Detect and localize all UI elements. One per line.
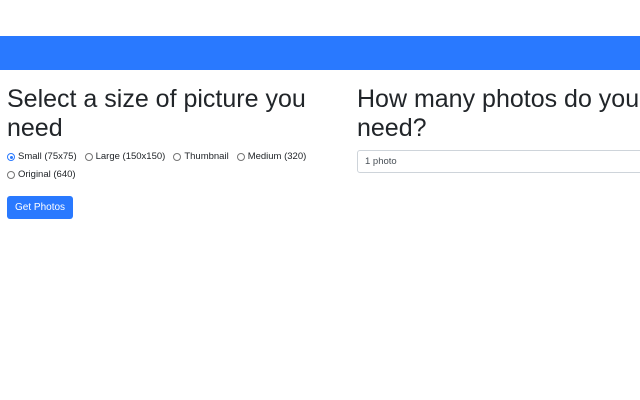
size-option-medium[interactable]: Medium (320)	[236, 149, 307, 165]
get-photos-button[interactable]: Get Photos	[7, 196, 74, 219]
size-option-original[interactable]: Original (640)	[7, 167, 76, 183]
size-option-large[interactable]: Large (150x150)	[84, 149, 166, 165]
radio-button[interactable]	[236, 153, 245, 161]
radio-button[interactable]	[7, 171, 15, 179]
radio-button[interactable]	[7, 153, 15, 161]
radio-button[interactable]	[84, 153, 93, 161]
size-radio-group: Small (75x75) Large (150x150) Thumbnail …	[7, 149, 337, 185]
count-section: How many photos do you need? 1 photo	[357, 85, 640, 173]
size-option-label: Small (75x75)	[18, 151, 77, 162]
size-option-thumbnail[interactable]: Thumbnail	[173, 149, 229, 165]
size-option-label: Large (150x150)	[95, 151, 166, 162]
photo-count-select[interactable]: 1 photo	[357, 150, 640, 173]
size-option-label: Thumbnail	[184, 151, 229, 162]
size-heading: Select a size of picture you need	[7, 85, 306, 142]
count-heading: How many photos do you need?	[357, 85, 640, 142]
size-option-label: Original (640)	[18, 169, 76, 180]
size-section: Select a size of picture you need Small …	[7, 85, 337, 219]
top-navbar	[0, 36, 640, 70]
size-option-label: Medium (320)	[247, 151, 307, 162]
radio-button[interactable]	[173, 153, 182, 161]
size-option-small[interactable]: Small (75x75)	[7, 149, 77, 165]
